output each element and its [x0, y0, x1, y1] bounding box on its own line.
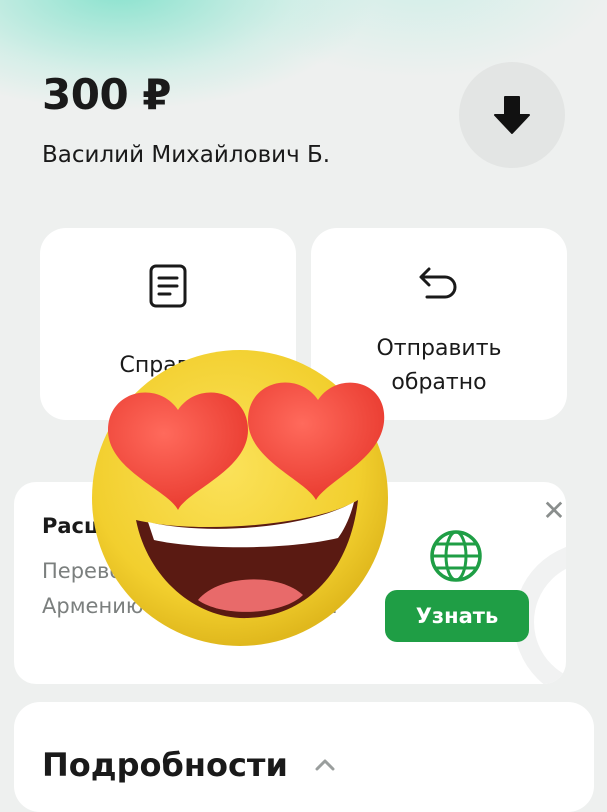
details-title: Подробности [42, 746, 288, 784]
chevron-up-icon [315, 759, 335, 771]
learn-more-button[interactable]: Узнать [385, 590, 529, 642]
heart-eyes-emoji [92, 350, 388, 646]
document-icon [146, 264, 190, 308]
recipient-name: Василий Михайлович Б. [42, 142, 331, 168]
transfer-amount: 300 ₽ [42, 70, 172, 119]
return-arrow-icon [417, 264, 461, 308]
details-section[interactable]: Подробности [14, 702, 594, 812]
close-icon[interactable]: ✕ [540, 497, 568, 525]
download-button[interactable] [459, 62, 565, 168]
globe-icon [430, 530, 482, 582]
download-arrow-icon [494, 96, 530, 134]
